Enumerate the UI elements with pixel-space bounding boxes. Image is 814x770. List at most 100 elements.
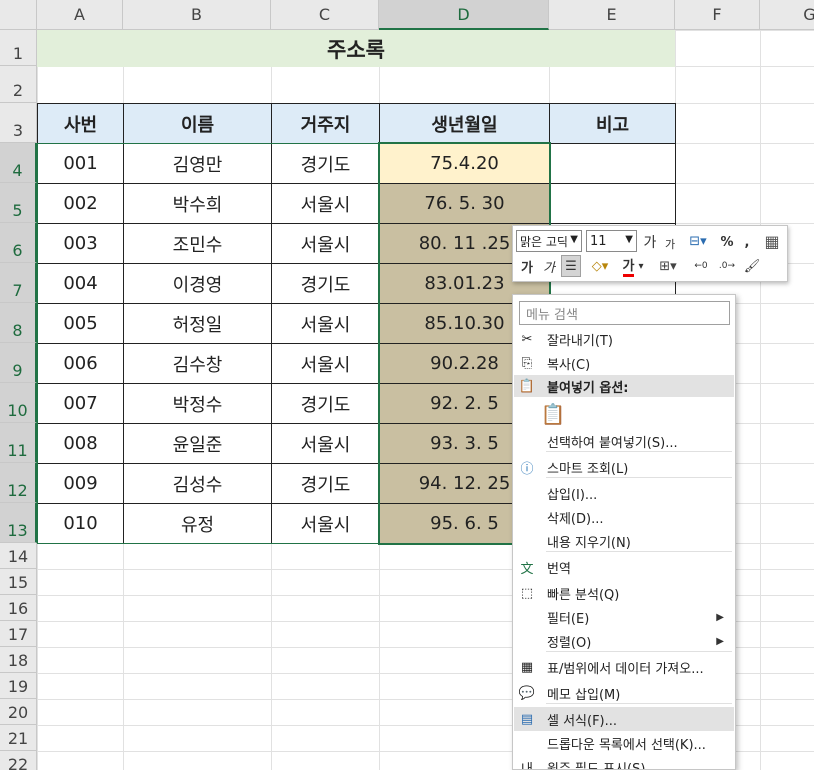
- context-menu-item[interactable]: 삭제(D)...: [514, 505, 734, 529]
- context-menu-item[interactable]: 📋: [514, 399, 734, 429]
- header-cell[interactable]: 이름: [123, 103, 272, 144]
- font-name-box[interactable]: 맑은 고딕 ▼: [516, 230, 582, 252]
- format-painter-icon[interactable]: 🖌: [741, 256, 763, 276]
- context-menu-item[interactable]: 文 번역: [514, 555, 734, 579]
- row-header-7[interactable]: 7: [0, 263, 37, 303]
- italic-button[interactable]: 가: [539, 256, 559, 276]
- context-menu-item[interactable]: 드롭다운 목록에서 선택(K)...: [514, 731, 734, 755]
- copy-icon: ⎘: [521, 355, 533, 371]
- context-menu-label: 표/범위에서 데이터 가져오...: [547, 661, 704, 677]
- header-cell[interactable]: 비고: [549, 103, 676, 144]
- row-header-9[interactable]: 9: [0, 343, 37, 383]
- context-menu-label: 메모 삽입(M): [547, 687, 621, 703]
- context-menu-item[interactable]: 필터(E) ▶: [514, 605, 734, 629]
- font-size-box[interactable]: 11 ▼: [586, 230, 637, 252]
- context-menu-item[interactable]: 선택하여 붙여넣기(S)...: [514, 429, 734, 453]
- header-cell[interactable]: 생년월일: [379, 103, 550, 144]
- context-menu-item[interactable]: ▦ 표/범위에서 데이터 가져오...: [514, 655, 734, 679]
- row-header-11[interactable]: 11: [0, 423, 37, 463]
- menu-separator: [546, 703, 732, 704]
- column-header-c[interactable]: C: [271, 0, 379, 30]
- context-menu-label: 삽입(I)...: [547, 487, 598, 503]
- percent-style-button[interactable]: %: [718, 232, 736, 252]
- format-painter-grid-icon[interactable]: ▦: [761, 231, 783, 251]
- bold-button[interactable]: 가: [517, 256, 537, 276]
- format-cells-icon: ▤: [520, 711, 534, 727]
- row-header-12[interactable]: 12: [0, 463, 37, 503]
- shrink-font-button[interactable]: 가: [661, 234, 679, 254]
- row-header-17[interactable]: 17: [0, 621, 37, 647]
- dropdown-arrow-icon[interactable]: ▼: [570, 234, 578, 245]
- paste-icon: 📋: [518, 378, 536, 394]
- range-outline: [37, 143, 379, 544]
- mini-toolbar: 맑은 고딕 ▼ 11 ▼ 가 가 ⊟▾%, ▦ 가 가 ☰ ◇▾ 가 ▾ ⊞▾ ←0.0→ 🖌: [512, 225, 788, 282]
- context-menu-label: 복사(C): [547, 357, 591, 373]
- column-header-e[interactable]: E: [549, 0, 675, 30]
- font-color-button[interactable]: 가 ▾: [617, 256, 649, 277]
- menu-separator: [546, 551, 732, 552]
- row-header-13[interactable]: 13: [0, 503, 37, 543]
- decrease-decimal-icon[interactable]: .0→: [715, 256, 739, 276]
- table-cell-note[interactable]: [549, 183, 676, 224]
- context-menu-item[interactable]: 내 윗주 필드 표시(S): [514, 755, 734, 770]
- table-cell-note[interactable]: [549, 143, 676, 184]
- row-header-2[interactable]: 2: [0, 66, 37, 103]
- row-header-5[interactable]: 5: [0, 183, 37, 223]
- borders-icon[interactable]: ⊞▾: [653, 256, 683, 276]
- phonetic-icon: 내: [521, 761, 533, 770]
- chevron-down-icon: ▾: [638, 260, 644, 272]
- context-menu-item[interactable]: ▤ 셀 서식(F)...: [514, 707, 734, 731]
- context-menu-label: 필터(E): [547, 611, 590, 627]
- context-menu-label: 붙여넣기 옵션:: [547, 380, 629, 396]
- row-header-19[interactable]: 19: [0, 673, 37, 699]
- translate-icon: 文: [520, 561, 534, 577]
- comment-icon: 💬: [518, 685, 536, 701]
- row-header-21[interactable]: 21: [0, 725, 37, 751]
- grow-font-button[interactable]: 가: [641, 232, 659, 252]
- row-header-3[interactable]: 3: [0, 103, 37, 143]
- align-center-button[interactable]: ☰: [561, 255, 581, 277]
- context-menu-item[interactable]: ⎘ 복사(C): [514, 351, 734, 375]
- row-header-18[interactable]: 18: [0, 647, 37, 673]
- row-header-14[interactable]: 14: [0, 543, 37, 569]
- column-header-a[interactable]: A: [37, 0, 123, 30]
- row-header-6[interactable]: 6: [0, 223, 37, 263]
- row-header-15[interactable]: 15: [0, 569, 37, 595]
- row-header-1[interactable]: 1: [0, 30, 37, 66]
- select-all-corner[interactable]: [0, 0, 37, 30]
- row-header-20[interactable]: 20: [0, 699, 37, 725]
- row-header-10[interactable]: 10: [0, 383, 37, 423]
- row-header-4[interactable]: 4: [0, 143, 37, 183]
- column-header-b[interactable]: B: [123, 0, 271, 30]
- header-cell[interactable]: 사번: [37, 103, 124, 144]
- context-menu-label: 정렬(O): [547, 635, 592, 651]
- context-menu-label: 잘라내기(T): [547, 333, 613, 349]
- context-menu-item[interactable]: ⓘ 스마트 조회(L): [514, 455, 734, 479]
- row-header-8[interactable]: 8: [0, 303, 37, 343]
- column-header-g[interactable]: G: [760, 0, 814, 30]
- header-cell[interactable]: 거주지: [271, 103, 380, 144]
- font-name-text: 맑은 고딕: [520, 234, 568, 249]
- dropdown-arrow-icon[interactable]: ▼: [625, 234, 633, 245]
- row-header-16[interactable]: 16: [0, 595, 37, 621]
- column-header-d[interactable]: D: [379, 0, 549, 30]
- increase-decimal-icon[interactable]: ←0: [689, 256, 713, 276]
- title-cell[interactable]: 주소록: [37, 30, 675, 67]
- context-menu-label: 윗주 필드 표시(S): [547, 761, 646, 770]
- menu-search-input[interactable]: 메뉴 검색: [519, 301, 730, 325]
- context-menu-item[interactable]: 내용 지우기(N): [514, 529, 734, 553]
- column-header-f[interactable]: F: [675, 0, 760, 30]
- row-header-22[interactable]: 22: [0, 751, 37, 770]
- fill-color-icon[interactable]: ◇▾: [585, 256, 615, 276]
- context-menu-label: 빠른 분석(Q): [547, 587, 620, 603]
- context-menu-label: 셀 서식(F)...: [547, 713, 618, 729]
- context-menu-item[interactable]: 정렬(O) ▶: [514, 629, 734, 653]
- context-menu-item[interactable]: ⬚ 빠른 분석(Q): [514, 581, 734, 605]
- context-menu-item[interactable]: ✂ 잘라내기(T): [514, 327, 734, 351]
- context-menu-item[interactable]: 💬 메모 삽입(M): [514, 681, 734, 705]
- context-menu-label: 번역: [547, 561, 571, 577]
- context-menu-label: 드롭다운 목록에서 선택(K)...: [547, 737, 706, 753]
- context-menu-item[interactable]: 삽입(I)...: [514, 481, 734, 505]
- comma-style-button[interactable]: ,: [740, 232, 754, 252]
- accounting-format-icon[interactable]: ⊟▾: [683, 231, 713, 251]
